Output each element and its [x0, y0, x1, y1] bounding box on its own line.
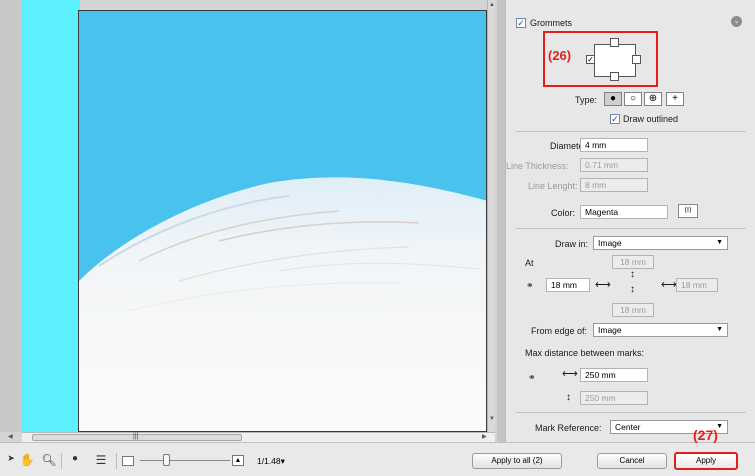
- line-thickness-label: Line Thickness:: [506, 161, 569, 171]
- draw-in-label: Draw in:: [555, 239, 589, 249]
- draw-outlined-checkbox[interactable]: ✓: [610, 114, 620, 124]
- zoom-tool-icon[interactable]: 🔍︎: [40, 453, 58, 469]
- color-label: Color:: [551, 208, 576, 218]
- vertical-arrow-icon: ↕: [630, 269, 635, 280]
- scroll-right-arrow-icon[interactable]: ▶: [482, 433, 487, 440]
- chevron-down-icon: ▾: [280, 456, 285, 466]
- zoom-out-icon[interactable]: [122, 456, 134, 466]
- color-picker-icon[interactable]: ⟨I⟩: [678, 204, 698, 218]
- divider: [516, 228, 746, 229]
- zoom-slider-track[interactable]: [140, 460, 230, 461]
- position-top-toggle[interactable]: [610, 38, 619, 47]
- horizontal-scrollbar[interactable]: ◀ ||| ▶: [8, 432, 495, 442]
- vertical-distance-input[interactable]: 250 mm: [580, 391, 648, 405]
- zoom-dropdown[interactable]: 1/1.48▾: [257, 456, 285, 467]
- horizontal-arrow-icon: ⟷: [595, 279, 611, 291]
- canvas-margin: [0, 0, 22, 432]
- scroll-left-arrow-icon[interactable]: ◀: [8, 433, 13, 440]
- position-left-toggle[interactable]: ✓: [586, 55, 595, 64]
- grommets-checkbox[interactable]: ✓: [516, 18, 526, 28]
- horizontal-distance-input[interactable]: 250 mm: [580, 368, 648, 382]
- line-length-label: Line Lenght:: [528, 181, 578, 191]
- canvas-area[interactable]: ▲ ▼: [0, 0, 495, 432]
- position-right-toggle[interactable]: [632, 55, 641, 64]
- image-preview[interactable]: [78, 10, 487, 432]
- collapse-icon[interactable]: ⌄: [731, 16, 742, 27]
- cancel-button[interactable]: Cancel: [597, 453, 667, 469]
- horizontal-scroll-thumb[interactable]: |||: [32, 433, 242, 441]
- type-hollow-circle-button[interactable]: ○: [624, 92, 642, 106]
- zoom-value: 1/1.48: [257, 456, 281, 466]
- max-distance-label: Max distance between marks:: [525, 348, 645, 358]
- diameter-input[interactable]: 4 mm: [580, 138, 648, 152]
- link-icon[interactable]: ⚭: [528, 372, 536, 383]
- eye-icon[interactable]: ●: [66, 453, 84, 469]
- annotation-26: (26): [548, 48, 572, 63]
- chevron-down-icon: ▼: [716, 239, 723, 246]
- hand-tool-icon[interactable]: ✋: [18, 453, 36, 469]
- annotation-27: (27): [693, 427, 718, 443]
- line-length-input[interactable]: 8 mm: [580, 178, 648, 192]
- toolbar-separator: [61, 453, 62, 469]
- bottom-distance-input[interactable]: 18 mm: [612, 303, 654, 317]
- scroll-down-arrow-icon[interactable]: ▼: [488, 416, 495, 422]
- vertical-arrow-icon: ↕: [630, 284, 635, 295]
- zoom-in-icon[interactable]: ▲: [232, 455, 244, 466]
- draw-outlined-label: Draw outlined: [623, 114, 679, 124]
- vertical-arrow-icon: ↕: [566, 392, 571, 403]
- chevron-down-icon: ▼: [716, 326, 723, 333]
- right-distance-input[interactable]: 18 mm: [676, 278, 718, 292]
- bleed-strip: [22, 0, 80, 432]
- divider: [516, 412, 746, 413]
- position-bottom-toggle[interactable]: [610, 72, 619, 81]
- color-input[interactable]: Magenta: [580, 205, 668, 219]
- apply-to-all-button[interactable]: Apply to all (2): [472, 453, 562, 469]
- grommets-title: Grommets: [530, 18, 573, 28]
- scroll-up-arrow-icon[interactable]: ▲: [488, 2, 495, 8]
- at-label: At: [525, 258, 534, 268]
- panel-divider[interactable]: [497, 0, 505, 442]
- type-label: Type:: [575, 95, 598, 105]
- mark-reference-label: Mark Reference:: [535, 423, 602, 433]
- link-icon[interactable]: ⚭: [526, 280, 534, 291]
- from-edge-select[interactable]: Image ▼: [593, 323, 728, 337]
- draw-in-value: Image: [598, 238, 622, 248]
- draw-in-select[interactable]: Image ▼: [593, 236, 728, 250]
- bottom-toolbar: ➤ ✋ 🔍︎ ● ☰ ▲ 1/1.48▾ Apply to all (2) Ca…: [0, 442, 755, 476]
- type-crosshair-button[interactable]: ⊕: [644, 92, 662, 106]
- divider: [516, 131, 746, 132]
- left-distance-input[interactable]: 18 mm: [546, 278, 590, 292]
- type-filled-circle-button[interactable]: ●: [604, 92, 622, 106]
- grommets-panel: ✓ Grommets ⌄ (26) ✓ Type: ● ○ ⊕ + ✓ Draw…: [505, 0, 755, 442]
- type-plus-button[interactable]: +: [666, 92, 684, 106]
- snow-image: [79, 11, 486, 431]
- vertical-scrollbar[interactable]: ▲ ▼: [487, 0, 495, 432]
- from-edge-value: Image: [598, 325, 622, 335]
- grip-icon: |||: [133, 433, 139, 440]
- adjustments-icon[interactable]: ☰: [92, 453, 110, 469]
- top-distance-input[interactable]: 18 mm: [612, 255, 654, 269]
- horizontal-arrow-icon: ⟷: [562, 368, 578, 380]
- horizontal-arrow-icon: ⟷: [661, 279, 677, 291]
- apply-button[interactable]: Apply: [674, 452, 738, 470]
- line-thickness-input[interactable]: 0.71 mm: [580, 158, 648, 172]
- zoom-slider-thumb[interactable]: [163, 454, 170, 466]
- from-edge-label: From edge of:: [531, 326, 588, 336]
- mark-reference-value: Center: [615, 422, 641, 432]
- toolbar-separator: [116, 453, 117, 469]
